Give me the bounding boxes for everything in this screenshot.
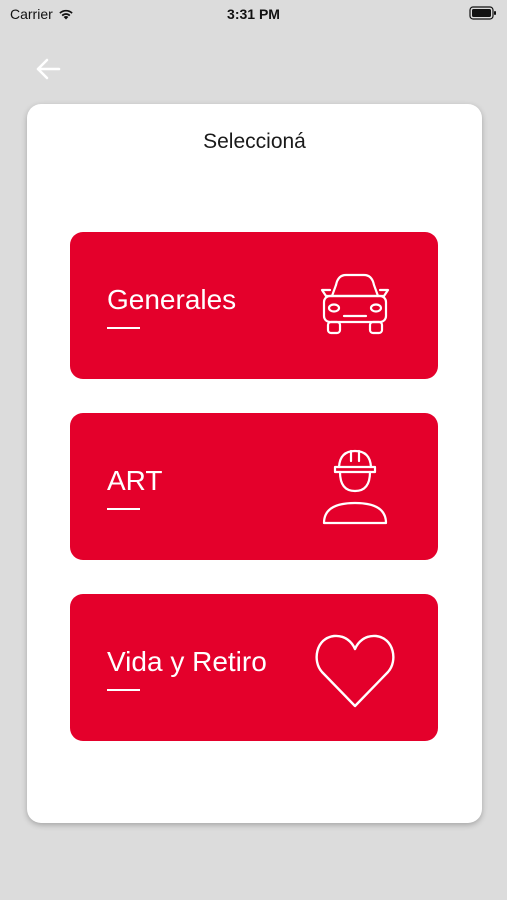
option-generales[interactable]: Generales	[70, 232, 438, 379]
status-time: 3:31 PM	[227, 6, 280, 22]
option-underline	[107, 689, 140, 691]
worker-helmet-icon	[310, 441, 400, 531]
option-art[interactable]: ART	[70, 413, 438, 560]
option-label: Vida y Retiro	[107, 646, 267, 677]
option-label: Generales	[107, 284, 237, 315]
option-underline	[107, 508, 140, 510]
card-title: Seleccioná	[203, 130, 306, 153]
battery-icon	[469, 6, 497, 23]
car-icon	[310, 260, 400, 350]
option-underline	[107, 327, 140, 329]
back-button[interactable]	[30, 52, 66, 86]
status-bar: Carrier 3:31 PM	[0, 0, 507, 28]
heart-icon	[310, 622, 400, 712]
option-vida-y-retiro[interactable]: Vida y Retiro	[70, 594, 438, 741]
option-label: ART	[107, 465, 163, 496]
selection-card: Seleccioná Generales ART Vida y Retiro	[27, 104, 482, 823]
arrow-left-icon	[36, 58, 61, 80]
